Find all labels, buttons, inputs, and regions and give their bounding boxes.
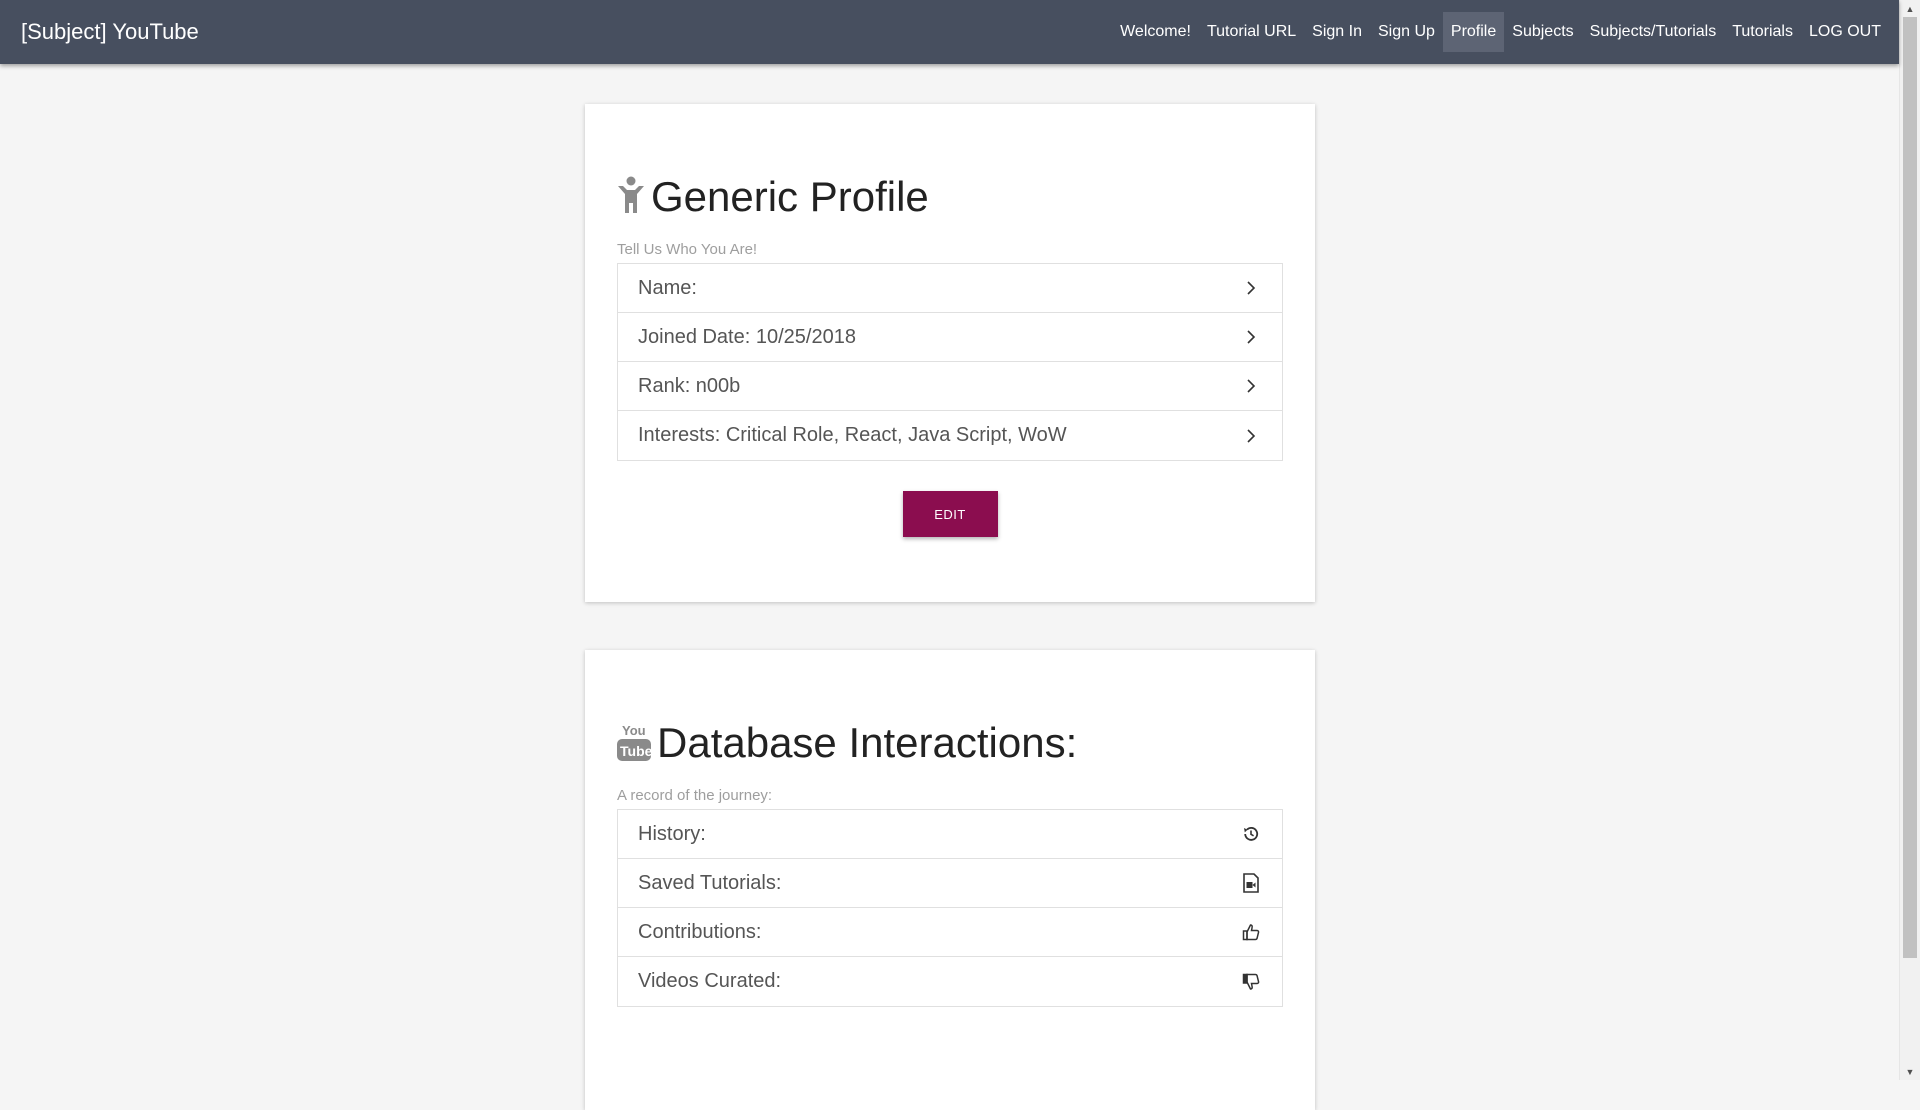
nav-link-subjects[interactable]: Subjects [1504, 12, 1581, 52]
history-icon [1240, 823, 1262, 845]
nav-link-sign-in[interactable]: Sign In [1304, 12, 1370, 52]
profile-item-name[interactable]: Name: [618, 264, 1282, 313]
nav-link-tutorials[interactable]: Tutorials [1724, 12, 1801, 52]
page-scrollbar[interactable]: ▲ ▼ [1899, 0, 1920, 1080]
nav-link-subjects-tutorials[interactable]: Subjects/Tutorials [1582, 12, 1725, 52]
chevron-right-icon [1240, 425, 1262, 447]
nav-link-profile[interactable]: Profile [1442, 12, 1505, 52]
nav-link-sign-up[interactable]: Sign Up [1370, 12, 1443, 52]
profile-details-list: Name: Joined Date: 10/25/2018 Rank: n00b… [617, 263, 1283, 461]
db-item-saved-tutorials[interactable]: Saved Tutorials: [618, 859, 1282, 908]
db-card-header: You Tube Database Interactions: [617, 715, 1283, 771]
edit-button-wrap: EDIT [617, 491, 1283, 537]
chevron-right-icon [1240, 277, 1262, 299]
thumbs-up-icon [1240, 921, 1262, 943]
top-navbar: [Subject] YouTube Welcome! Tutorial URL … [0, 0, 1899, 64]
db-item-videos-curated[interactable]: Videos Curated: [618, 957, 1282, 1006]
profile-subtitle: Tell Us Who You Are! [617, 241, 758, 258]
profile-title: Generic Profile [651, 173, 929, 220]
profile-card: Generic Profile Tell Us Who You Are! Nam… [585, 104, 1315, 602]
nav-links: Welcome! Tutorial URL Sign In Sign Up Pr… [1112, 0, 1889, 64]
brand-logo-link[interactable]: [Subject] YouTube [21, 19, 199, 45]
profile-card-header: Generic Profile [617, 169, 1283, 225]
database-interactions-card: You Tube Database Interactions: A record… [585, 650, 1315, 1110]
scroll-thumb[interactable] [1903, 17, 1917, 958]
edit-profile-button[interactable]: EDIT [902, 491, 998, 537]
db-item-history[interactable]: History: [618, 810, 1282, 859]
profile-item-joined-date[interactable]: Joined Date: 10/25/2018 [618, 313, 1282, 362]
chevron-right-icon [1240, 375, 1262, 397]
nav-link-welcome[interactable]: Welcome! [1112, 12, 1199, 52]
list-item-label: Videos Curated: [638, 970, 782, 992]
svg-text:You: You [622, 723, 646, 738]
db-interactions-list: History: Saved Tutorials: Contributions:… [617, 809, 1283, 1007]
list-item-label: Contributions: [638, 920, 762, 943]
db-title: Database Interactions: [657, 719, 1078, 766]
db-subtitle: A record of the journey: [617, 787, 773, 804]
youtube-icon: You Tube [617, 721, 653, 766]
chevron-right-icon [1240, 326, 1262, 348]
list-item-label: History: [638, 822, 706, 845]
list-item-label: Interests: Critical Role, React, Java Sc… [638, 424, 1067, 446]
profile-item-interests[interactable]: Interests: Critical Role, React, Java Sc… [618, 411, 1282, 460]
nav-link-log-out[interactable]: LOG OUT [1801, 12, 1889, 52]
svg-text:Tube: Tube [620, 743, 651, 759]
scroll-up-arrow-icon[interactable]: ▲ [1900, 0, 1920, 17]
nav-link-tutorial-url[interactable]: Tutorial URL [1199, 12, 1304, 52]
db-item-contributions[interactable]: Contributions: [618, 908, 1282, 957]
saved-video-icon [1240, 872, 1262, 894]
list-item-label: Joined Date: 10/25/2018 [638, 325, 856, 348]
thumbs-down-icon [1240, 971, 1262, 993]
list-item-label: Rank: n00b [638, 374, 741, 397]
profile-item-rank[interactable]: Rank: n00b [618, 362, 1282, 411]
person-icon [617, 176, 645, 219]
scroll-down-arrow-icon[interactable]: ▼ [1900, 1063, 1920, 1080]
list-item-label: Saved Tutorials: [638, 871, 782, 894]
list-item-label: Name: [638, 276, 697, 299]
